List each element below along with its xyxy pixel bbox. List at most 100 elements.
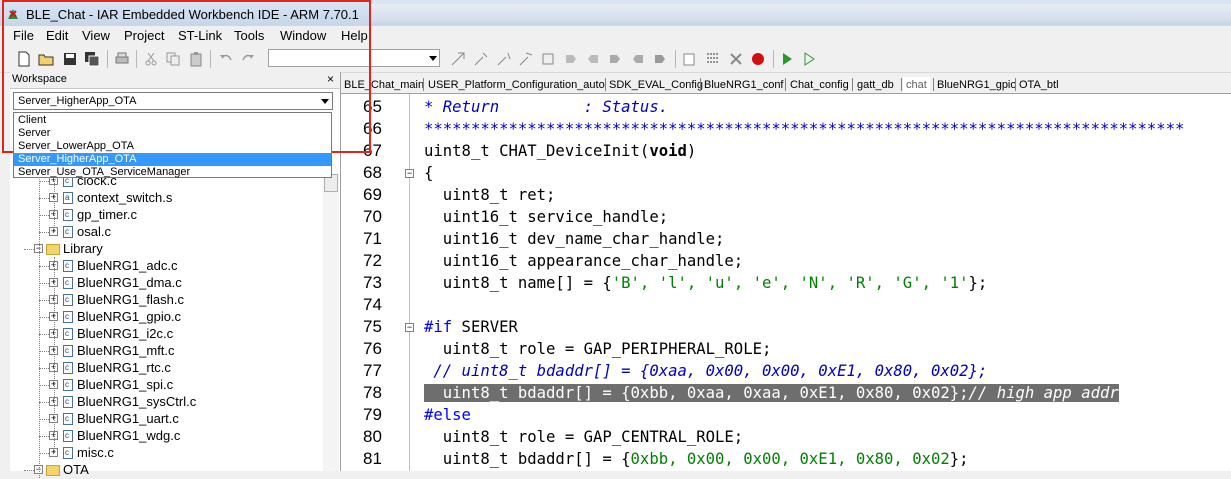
print-icon[interactable] (114, 51, 130, 67)
tree-folder[interactable]: − Library (10, 241, 320, 258)
line-number-gutter: 65 66 67 68 69 70 71 72 73 74 75 76 77 78 79 80 81 − − (341, 94, 414, 471)
configuration-select[interactable]: Server_HigherApp_OTA (13, 92, 333, 110)
folder-icon (46, 244, 60, 255)
tab-user-platform-configuration-auto[interactable]: USER_Platform_Configuration_auto (428, 77, 605, 93)
menu-project[interactable]: Project (124, 28, 164, 43)
tree-item-label: BlueNRG1_sysCtrl.c (77, 394, 197, 409)
tree-file[interactable]: + c BlueNRG1_flash.c (10, 292, 320, 309)
config-option-server-use-ota-servicemanager[interactable]: Server_Use_OTA_ServiceManager (14, 166, 331, 179)
code-line-66: ****************************************… (424, 120, 1185, 138)
c-file-icon: c (63, 379, 73, 391)
tree-item-label: BlueNRG1_gpio.c (77, 309, 182, 324)
workspace-title: Workspace (12, 73, 67, 85)
open-folder-icon[interactable] (38, 51, 54, 67)
tree-file[interactable]: + c gp_timer.c (10, 207, 320, 224)
c-file-icon: c (63, 345, 73, 357)
stop-build-icon[interactable] (728, 51, 744, 67)
config-option-server-lowerapp-ota[interactable]: Server_LowerApp_OTA (14, 140, 331, 153)
undo-icon[interactable] (218, 51, 234, 67)
tab-ble-chat-main[interactable]: BLE_Chat_main (344, 77, 424, 93)
c-file-icon: c (63, 226, 73, 238)
menu-edit[interactable]: Edit (46, 28, 68, 43)
copy-icon[interactable] (165, 51, 181, 67)
fold-toggle[interactable]: − (405, 169, 414, 178)
code-editor[interactable]: 65 66 67 68 69 70 71 72 73 74 75 76 77 78 79 80 81 − − *… (341, 94, 1231, 471)
tree-item-label: misc.c (77, 445, 114, 460)
menu-file[interactable]: File (13, 28, 34, 43)
configuration-dropdown-list: Client Server Server_LowerApp_OTA Server… (13, 112, 332, 178)
tree-file[interactable]: + c BlueNRG1_i2c.c (10, 326, 320, 343)
tab-sdk-eval-config[interactable]: SDK_EVAL_Config (609, 77, 703, 93)
tree-file[interactable]: + c BlueNRG1_gpio.c (10, 309, 320, 326)
cut-icon[interactable] (143, 51, 159, 67)
tab-chat-config[interactable]: Chat_config (790, 77, 849, 93)
menu-tools[interactable]: Tools (234, 28, 264, 43)
make-icon[interactable] (705, 51, 721, 67)
tree-file[interactable]: + c BlueNRG1_rtc.c (10, 360, 320, 377)
line-number: 71 (363, 229, 382, 248)
tree-scrollbar[interactable] (323, 174, 339, 471)
close-icon[interactable]: × (327, 72, 334, 86)
tab-gatt-db[interactable]: gatt_db (857, 77, 894, 93)
tree-file[interactable]: + a context_switch.s (10, 190, 320, 207)
compile-icon[interactable] (682, 51, 698, 67)
c-file-icon: c (63, 311, 73, 323)
navigate-forward-icon[interactable] (652, 51, 668, 67)
save-icon[interactable] (62, 51, 78, 67)
find-icon[interactable] (473, 51, 489, 67)
chevron-down-icon[interactable] (429, 56, 437, 61)
tree-file[interactable]: + c osal.c (10, 224, 320, 241)
code-line-65: * Return : Status. (424, 98, 669, 116)
debug-without-download-icon[interactable] (801, 51, 817, 67)
navigate-icon[interactable] (450, 51, 466, 67)
code-line-71: uint16_t dev_name_char_handle; (424, 230, 725, 248)
breakpoint-icon[interactable] (750, 51, 766, 67)
redo-icon[interactable] (240, 51, 256, 67)
save-all-icon[interactable] (84, 51, 100, 67)
navigate-back-icon[interactable] (630, 51, 646, 67)
tree-file[interactable]: + c BlueNRG1_sysCtrl.c (10, 394, 320, 411)
line-number: 81 (363, 449, 382, 468)
tree-file[interactable]: + c BlueNRG1_dma.c (10, 275, 320, 292)
next-bookmark-icon[interactable] (607, 51, 623, 67)
line-number: 67 (363, 141, 382, 160)
code-line-68: { (424, 164, 434, 182)
goto-icon[interactable] (540, 51, 556, 67)
tab-ota-btl[interactable]: OTA_btl (1019, 77, 1059, 93)
config-option-client[interactable]: Client (14, 114, 331, 127)
new-file-icon[interactable] (16, 51, 32, 67)
tree-item-label: BlueNRG1_wdg.c (77, 428, 181, 443)
title-bar: BLE_Chat - IAR Embedded Workbench IDE - … (0, 0, 1231, 28)
tab-bluenrg1-gpio[interactable]: BlueNRG1_gpio (937, 77, 1017, 93)
tree-file[interactable]: + c BlueNRG1_spi.c (10, 377, 320, 394)
chevron-down-icon[interactable] (321, 99, 329, 104)
config-option-server[interactable]: Server (14, 127, 331, 140)
prev-bookmark-icon[interactable] (585, 51, 601, 67)
tree-file[interactable]: + c misc.c (10, 445, 320, 462)
tree-file[interactable]: + c BlueNRG1_wdg.c (10, 428, 320, 445)
tree-item-label: OTA (63, 462, 89, 477)
find-combo[interactable] (268, 49, 440, 67)
line-number: 70 (363, 207, 382, 226)
code-line-67: uint8_t CHAT_DeviceInit(void) (424, 142, 697, 160)
config-option-server-higherapp-ota[interactable]: Server_HigherApp_OTA (14, 153, 331, 166)
tree-file[interactable]: + c BlueNRG1_uart.c (10, 411, 320, 428)
download-debug-icon[interactable] (779, 51, 795, 67)
code-line-75: #if SERVER (424, 318, 518, 336)
tree-file[interactable]: + c BlueNRG1_adc.c (10, 258, 320, 275)
code-line-72: uint16_t appearance_char_handle; (424, 252, 744, 270)
bookmark-icon[interactable] (563, 51, 579, 67)
find-prev-icon[interactable] (518, 51, 534, 67)
find-next-icon[interactable] (496, 51, 512, 67)
fold-toggle[interactable]: − (405, 323, 414, 332)
tab-bluenrg1-conf[interactable]: BlueNRG1_conf (704, 77, 784, 93)
paste-icon[interactable] (188, 51, 204, 67)
menu-help[interactable]: Help (341, 28, 368, 43)
tab-chat[interactable]: chat (903, 77, 930, 93)
line-number: 72 (363, 251, 382, 270)
menu-window[interactable]: Window (280, 28, 326, 43)
tree-file[interactable]: + c BlueNRG1_mft.c (10, 343, 320, 360)
tree-item-label: BlueNRG1_rtc.c (77, 360, 171, 375)
menu-st-link[interactable]: ST-Link (178, 28, 222, 43)
menu-view[interactable]: View (82, 28, 110, 43)
